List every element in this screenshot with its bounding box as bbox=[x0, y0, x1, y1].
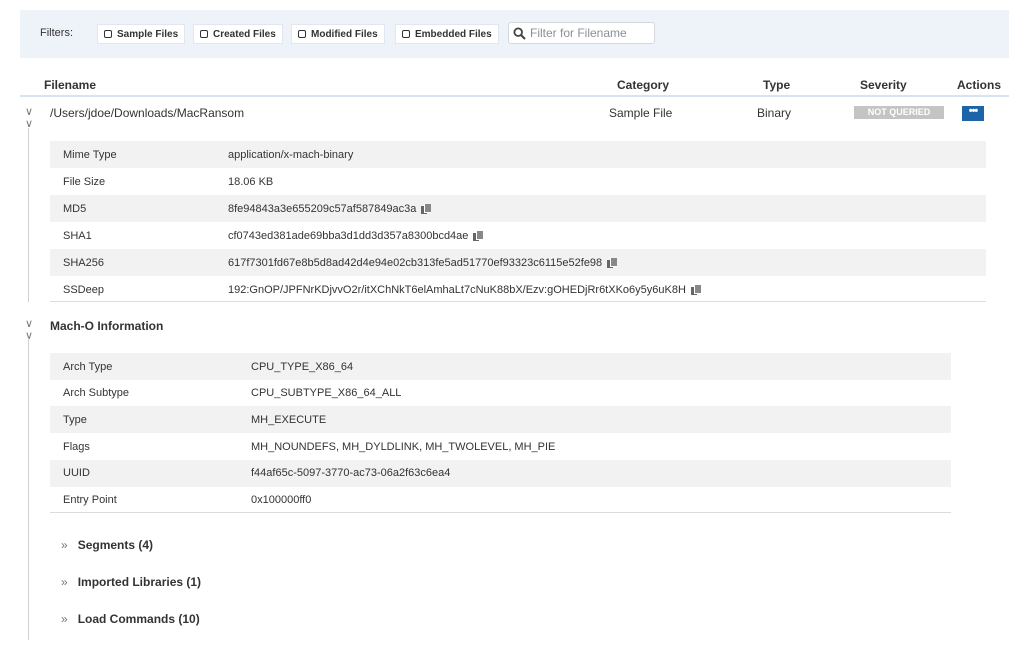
file-type: Binary bbox=[757, 106, 792, 120]
file-detail-value-text: 18.06 KB bbox=[228, 175, 274, 188]
macho-detail-row: Arch Subtype CPU_SUBTYPE_X86_64_ALL bbox=[50, 380, 951, 407]
filter-bar: Filters: Sample Files Created Files Modi… bbox=[20, 10, 1009, 58]
collapse-file-chevron-icon[interactable]: ∨ ∨ bbox=[25, 106, 33, 130]
macho-detail-value: f44af65c-5097-3770-ac73-06a2f63c6ea4 bbox=[251, 467, 451, 480]
macho-detail-key: Entry Point bbox=[63, 494, 117, 506]
file-detail-value: 8fe94843a3e655209c57af587849ac3a bbox=[228, 202, 432, 215]
filter-embedded-files-button[interactable]: Embedded Files bbox=[395, 24, 499, 44]
actions-menu-button[interactable]: ••• bbox=[962, 106, 984, 121]
macho-detail-value: MH_NOUNDEFS, MH_DYLDLINK, MH_TWOLEVEL, M… bbox=[251, 440, 556, 453]
file-detail-row: SSDeep 192:GnOP/JPFNrKDjvvO2r/itXChNkT6el… bbox=[50, 276, 986, 303]
file-path[interactable]: /Users/jdoe/Downloads/MacRansom bbox=[50, 106, 244, 120]
macho-detail-row: Flags MH_NOUNDEFS, MH_DYLDLINK, MH_TWOLEV… bbox=[50, 433, 951, 460]
file-detail-value-text: 8fe94843a3e655209c57af587849ac3a bbox=[228, 202, 417, 215]
file-detail-value: 617f7301fd67e8b5d8ad42d4e94e02cb313fe5ad… bbox=[228, 256, 618, 269]
file-detail-value-text: application/x-mach-binary bbox=[228, 148, 354, 161]
file-detail-key: File Size bbox=[63, 175, 106, 188]
copy-icon[interactable] bbox=[421, 203, 432, 214]
filter-created-files-button[interactable]: Created Files bbox=[193, 24, 283, 44]
checkbox-icon bbox=[104, 30, 112, 38]
double-chevron-right-icon: » bbox=[61, 612, 68, 626]
macho-detail-row: UUID f44af65c-5097-3770-ac73-06a2f63c6ea4 bbox=[50, 459, 951, 487]
column-header-filename[interactable]: Filename bbox=[44, 78, 96, 92]
file-detail-value: cf0743ed381ade69bba3d1dd3d357a8300bcd4ae bbox=[228, 229, 484, 242]
file-category: Sample File bbox=[609, 106, 673, 120]
macho-detail-value: 0x100000ff0 bbox=[251, 494, 312, 506]
file-detail-row: SHA256 617f7301fd67e8b5d8ad42d4e94e02cb31… bbox=[50, 249, 986, 276]
file-detail-key: SHA1 bbox=[63, 229, 92, 242]
file-detail-value: application/x-mach-binary bbox=[228, 149, 353, 161]
file-detail-value-text: 192:GnOP/JPFNrKDjvvO2r/itXChNkT6elAmhaLt… bbox=[228, 283, 686, 296]
filename-filter-field[interactable] bbox=[508, 22, 655, 44]
file-detail-key: MD5 bbox=[63, 202, 87, 215]
macho-detail-value: CPU_SUBTYPE_X86_64_ALL bbox=[251, 387, 402, 400]
collapse-macho-chevron-icon[interactable]: ∨ ∨ bbox=[25, 318, 33, 342]
copy-icon[interactable] bbox=[473, 230, 484, 241]
file-detail-key: SSDeep bbox=[63, 283, 104, 296]
macho-detail-key: Flags bbox=[63, 440, 90, 453]
tree-line bbox=[28, 128, 29, 302]
filter-modified-files-button[interactable]: Modified Files bbox=[291, 24, 385, 44]
file-detail-value: 18.06 KB bbox=[228, 176, 273, 188]
copy-icon[interactable] bbox=[607, 257, 618, 268]
file-detail-row: SHA1 cf0743ed381ade69bba3d1dd3d357a8300bc… bbox=[50, 222, 986, 249]
checkbox-icon bbox=[402, 30, 410, 38]
macho-detail-value: CPU_TYPE_X86_64 bbox=[251, 360, 354, 373]
file-details-divider bbox=[50, 301, 986, 302]
column-header-actions: Actions bbox=[957, 78, 1002, 92]
filename-filter-input[interactable] bbox=[530, 26, 650, 40]
checkbox-icon bbox=[200, 30, 208, 38]
column-header-type[interactable]: Type bbox=[763, 78, 790, 92]
file-detail-value-text: 617f7301fd67e8b5d8ad42d4e94e02cb313fe5ad… bbox=[228, 256, 603, 269]
segments-expander[interactable]: » Segments (4) bbox=[61, 538, 153, 552]
load-commands-expander[interactable]: » Load Commands (10) bbox=[61, 612, 200, 626]
filters-label: Filters: bbox=[40, 27, 73, 39]
macho-detail-key: Type bbox=[63, 413, 87, 426]
double-chevron-right-icon: » bbox=[61, 575, 68, 589]
file-detail-value: 192:GnOP/JPFNrKDjvvO2r/itXChNkT6elAmhaLt… bbox=[228, 283, 701, 296]
tree-line bbox=[28, 338, 29, 640]
macho-details-divider bbox=[50, 512, 951, 513]
file-detail-row: File Size 18.06 KB bbox=[50, 168, 986, 195]
double-chevron-right-icon: » bbox=[61, 538, 68, 552]
macho-detail-row: Type MH_EXECUTE bbox=[50, 406, 951, 434]
column-header-severity[interactable]: Severity bbox=[860, 78, 907, 92]
copy-icon[interactable] bbox=[690, 284, 701, 295]
macho-detail-key: Arch Type bbox=[63, 360, 113, 373]
search-icon bbox=[513, 26, 526, 40]
checkbox-icon bbox=[298, 30, 306, 38]
macho-detail-key: UUID bbox=[63, 467, 90, 480]
filter-sample-files-button[interactable]: Sample Files bbox=[97, 24, 186, 44]
macho-detail-row: Arch Type CPU_TYPE_X86_64 bbox=[50, 353, 951, 380]
header-divider bbox=[20, 95, 1009, 97]
severity-badge: NOT QUERIED bbox=[854, 106, 944, 119]
macho-detail-value: MH_EXECUTE bbox=[251, 413, 327, 426]
macho-section-title: Mach-O Information bbox=[50, 319, 164, 333]
file-detail-key: Mime Type bbox=[63, 148, 117, 161]
macho-detail-key: Arch Subtype bbox=[63, 387, 130, 400]
macho-detail-row: Entry Point 0x100000ff0 bbox=[50, 487, 951, 514]
column-header-category[interactable]: Category bbox=[617, 78, 669, 92]
file-detail-row: Mime Type application/x-mach-binary bbox=[50, 141, 986, 168]
file-detail-value-text: cf0743ed381ade69bba3d1dd3d357a8300bcd4ae bbox=[228, 229, 469, 242]
imported-libraries-expander[interactable]: » Imported Libraries (1) bbox=[61, 575, 201, 589]
file-detail-row: MD5 8fe94843a3e655209c57af587849ac3a bbox=[50, 195, 986, 222]
file-detail-key: SHA256 bbox=[63, 256, 104, 269]
